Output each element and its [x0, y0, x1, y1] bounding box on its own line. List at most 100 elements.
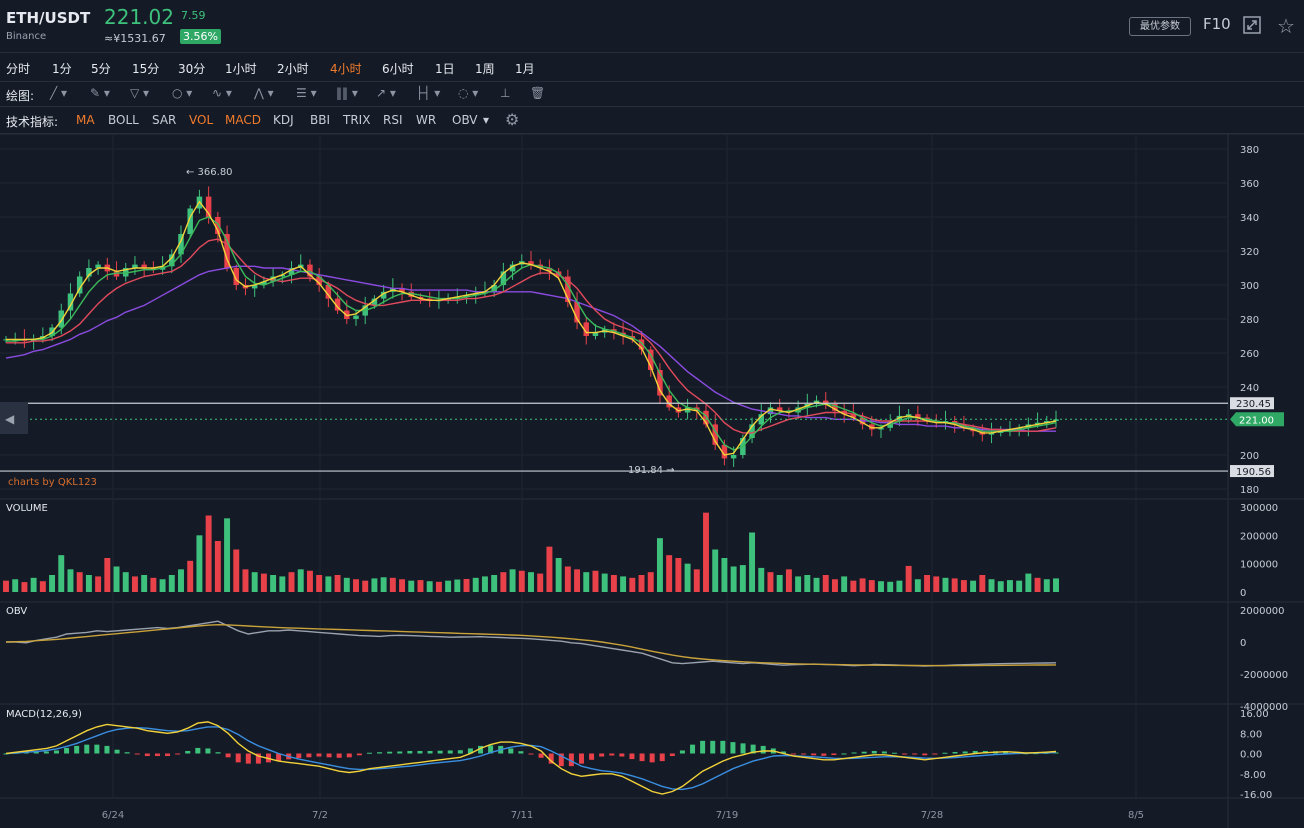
- macd-hist-bar: [578, 753, 584, 764]
- macd-hist-bar: [195, 747, 201, 754]
- price-tick-label: 260: [1240, 349, 1259, 360]
- volume-bar: [21, 582, 28, 592]
- volume-bar: [509, 569, 516, 592]
- macd-tick-label: 8.00: [1240, 729, 1262, 740]
- volume-bar: [988, 579, 995, 592]
- volume-bar: [850, 580, 857, 592]
- macd-hist-bar: [619, 753, 625, 757]
- volume-bar: [776, 575, 783, 592]
- macd-hist-bar: [912, 753, 918, 755]
- macd-hist-bar: [609, 753, 615, 756]
- volume-bar: [417, 580, 424, 592]
- macd-hist-bar: [377, 752, 383, 754]
- volume-bar: [951, 578, 958, 592]
- macd-hist-bar: [94, 744, 100, 754]
- macd-hist-bar: [801, 753, 807, 755]
- macd-hist-bar: [165, 753, 171, 757]
- macd-hist-bar: [74, 745, 80, 754]
- macd-hist-bar: [942, 752, 948, 754]
- volume-bar: [1016, 580, 1023, 592]
- volume-bar: [749, 532, 756, 592]
- macd-hist-bar: [144, 753, 150, 757]
- macd-hist-bar: [589, 753, 595, 760]
- chart-area[interactable]: 6/24 7/2 7/11 7/19 7/28 8/5 380 360 340 320 300 280…: [0, 0, 1304, 828]
- volume-bar: [67, 569, 74, 592]
- volume-bar: [270, 575, 277, 592]
- obv-line: [6, 620, 1057, 667]
- macd-hist-bar: [861, 751, 867, 754]
- macd-hist-bar: [649, 753, 655, 763]
- macd-hist-bar: [134, 753, 140, 755]
- volume-bar: [316, 575, 323, 592]
- macd-hist-bar: [296, 753, 302, 759]
- x-tick-label: 6/24: [102, 810, 124, 821]
- volume-bar: [629, 577, 636, 592]
- obv-ma-line: [5, 623, 1057, 667]
- macd-hist-bar: [891, 752, 897, 754]
- volume-bar: [500, 572, 507, 592]
- collapse-arrow-icon: ◀: [5, 412, 15, 426]
- macd-hist-bar: [225, 753, 231, 758]
- macd-hist-bar: [215, 752, 221, 754]
- candle-body: [353, 315, 359, 319]
- x-tick-label: 7/28: [921, 810, 943, 821]
- volume-bar: [620, 576, 627, 592]
- volume-bar: [491, 575, 498, 592]
- price-tick-label: 180: [1240, 485, 1259, 496]
- macd-tick-label: 0.00: [1240, 750, 1262, 761]
- macd-hist-bar: [114, 749, 120, 754]
- volume-bar: [739, 565, 746, 592]
- volume-bar: [675, 558, 682, 592]
- volume-bar: [481, 576, 488, 592]
- volume-bar: [546, 546, 553, 592]
- price-tick-label: 240: [1240, 383, 1259, 394]
- macd-hist-bar: [316, 753, 322, 757]
- volume-bar: [979, 575, 986, 592]
- macd-hist-bar: [346, 753, 352, 758]
- macd-hist-bar: [356, 753, 362, 756]
- level-upper-label: 230.45: [1236, 399, 1271, 410]
- volume-bar: [95, 576, 102, 592]
- macd-hist-bar: [205, 748, 211, 754]
- volume-bar: [122, 572, 129, 592]
- macd-hist-bar: [447, 750, 453, 754]
- macd-hist-bar: [932, 753, 938, 755]
- volume-bar: [813, 577, 820, 592]
- volume-bar: [831, 579, 838, 592]
- macd-tick-label: -8.00: [1240, 770, 1266, 781]
- macd-hist-bar: [700, 740, 706, 754]
- volume-bar: [841, 576, 848, 592]
- macd-hist-bar: [871, 750, 877, 754]
- volume-bar: [205, 515, 212, 592]
- macd-hist-bar: [245, 753, 251, 764]
- x-tick-label: 7/19: [716, 810, 738, 821]
- macd-hist-bar: [902, 753, 908, 755]
- volume-bar: [380, 577, 387, 592]
- macd-hist-bar: [730, 742, 736, 754]
- macd-hist-bar: [639, 753, 645, 762]
- volume-tick-label: 100000: [1240, 560, 1278, 571]
- macd-hist-bar: [306, 753, 312, 758]
- macd-hist-bar: [43, 751, 49, 754]
- macd-hist-bar: [427, 750, 433, 754]
- volume-bar: [537, 573, 544, 592]
- volume-bar: [343, 577, 350, 592]
- macd-hist-bar: [366, 752, 372, 754]
- volume-bar: [1043, 579, 1050, 592]
- volume-bar: [325, 576, 332, 592]
- macd-hist-bar: [881, 751, 887, 754]
- volume-bar: [168, 575, 175, 592]
- macd-dif-line: [5, 721, 1057, 795]
- volume-bar: [104, 558, 111, 592]
- volume-bar: [408, 580, 415, 592]
- volume-bar: [426, 581, 433, 592]
- macd-hist-bar: [175, 753, 181, 755]
- macd-hist-bar: [841, 753, 847, 755]
- volume-title: VOLUME: [6, 503, 48, 514]
- volume-bar: [970, 580, 977, 592]
- macd-hist-bar: [235, 753, 241, 763]
- volume-bar: [242, 569, 249, 592]
- macd-hist-bar: [397, 751, 403, 754]
- volume-bar: [389, 577, 396, 592]
- macd-hist-bar: [831, 753, 837, 756]
